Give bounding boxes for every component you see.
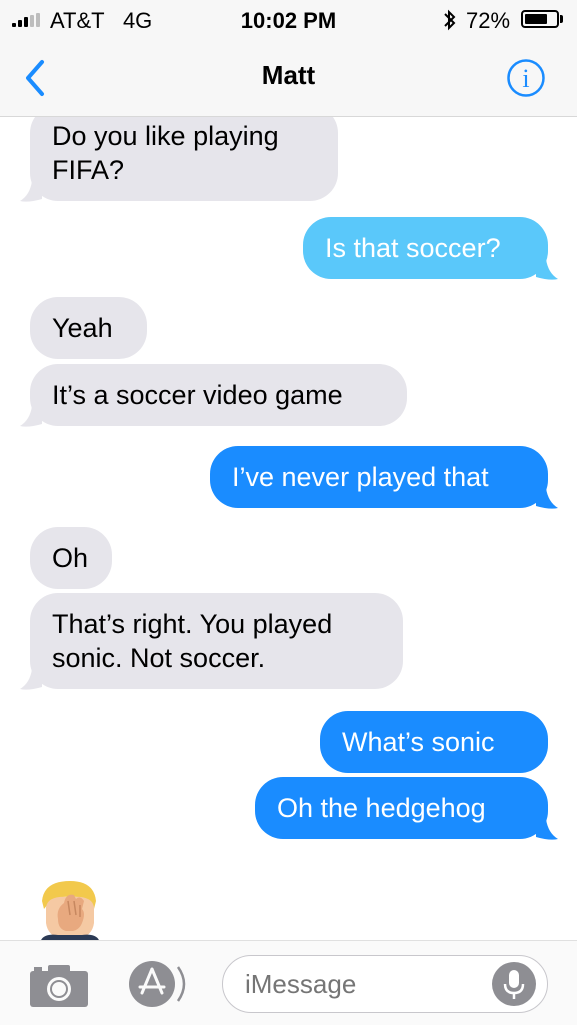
status-bar: AT&T 4G 10:02 PM 72%	[0, 0, 577, 40]
message-bubble-incoming[interactable]: Do you like playing FIFA?	[30, 117, 338, 201]
message-bubble-incoming[interactable]: Yeah	[30, 297, 147, 359]
message-bubble-incoming[interactable]: It’s a soccer video game	[30, 364, 407, 426]
bubble-tail	[20, 669, 42, 690]
bubble-tail	[536, 819, 558, 840]
battery-percent: 72%	[466, 8, 511, 33]
message-text-line: FIFA?	[52, 155, 125, 185]
message-text-line: I’ve never played that	[232, 462, 489, 492]
message-bubble-outgoing[interactable]: I’ve never played that	[210, 446, 548, 508]
bubble-tail	[20, 406, 42, 427]
app-store-icon[interactable]	[126, 959, 190, 1009]
message-bubble-incoming[interactable]: That’s right. You played sonic. Not socc…	[30, 593, 403, 689]
bluetooth-icon	[442, 8, 458, 38]
message-bubble-outgoing[interactable]: Is that soccer?	[303, 217, 548, 279]
bubble-tail	[20, 181, 42, 202]
bubble-tail	[536, 488, 558, 509]
microphone-icon[interactable]	[492, 962, 536, 1006]
message-text-line: Is that soccer?	[325, 233, 501, 263]
facepalm-memoji[interactable]	[36, 879, 104, 940]
contact-name[interactable]: Matt	[0, 60, 577, 91]
message-text-line: sonic. Not soccer.	[52, 643, 266, 673]
message-thread[interactable]: Do you like playing FIFA? Is that soccer…	[0, 117, 577, 940]
message-text-line: What’s sonic	[342, 727, 495, 757]
message-text-line: Yeah	[52, 313, 113, 343]
message-text-line: Oh the hedgehog	[277, 793, 486, 823]
message-composer	[0, 940, 577, 1025]
message-text-line: It’s a soccer video game	[52, 380, 343, 410]
svg-text:i: i	[522, 64, 529, 93]
info-icon[interactable]: i	[506, 58, 546, 98]
battery-icon	[521, 10, 559, 28]
message-bubble-outgoing[interactable]: Oh the hedgehog	[255, 777, 548, 839]
camera-icon[interactable]	[28, 961, 90, 1009]
bubble-tail	[536, 259, 558, 280]
message-text-line: That’s right. You played	[52, 609, 333, 639]
battery-level-fill	[525, 14, 547, 24]
message-text-line: Do you like playing	[52, 121, 279, 151]
message-text-line: Oh	[52, 543, 89, 573]
conversation-header: Matt i	[0, 40, 577, 117]
message-bubble-incoming[interactable]: Oh	[30, 527, 112, 589]
battery-tip	[560, 15, 563, 23]
message-bubble-outgoing[interactable]: What’s sonic	[320, 711, 548, 773]
